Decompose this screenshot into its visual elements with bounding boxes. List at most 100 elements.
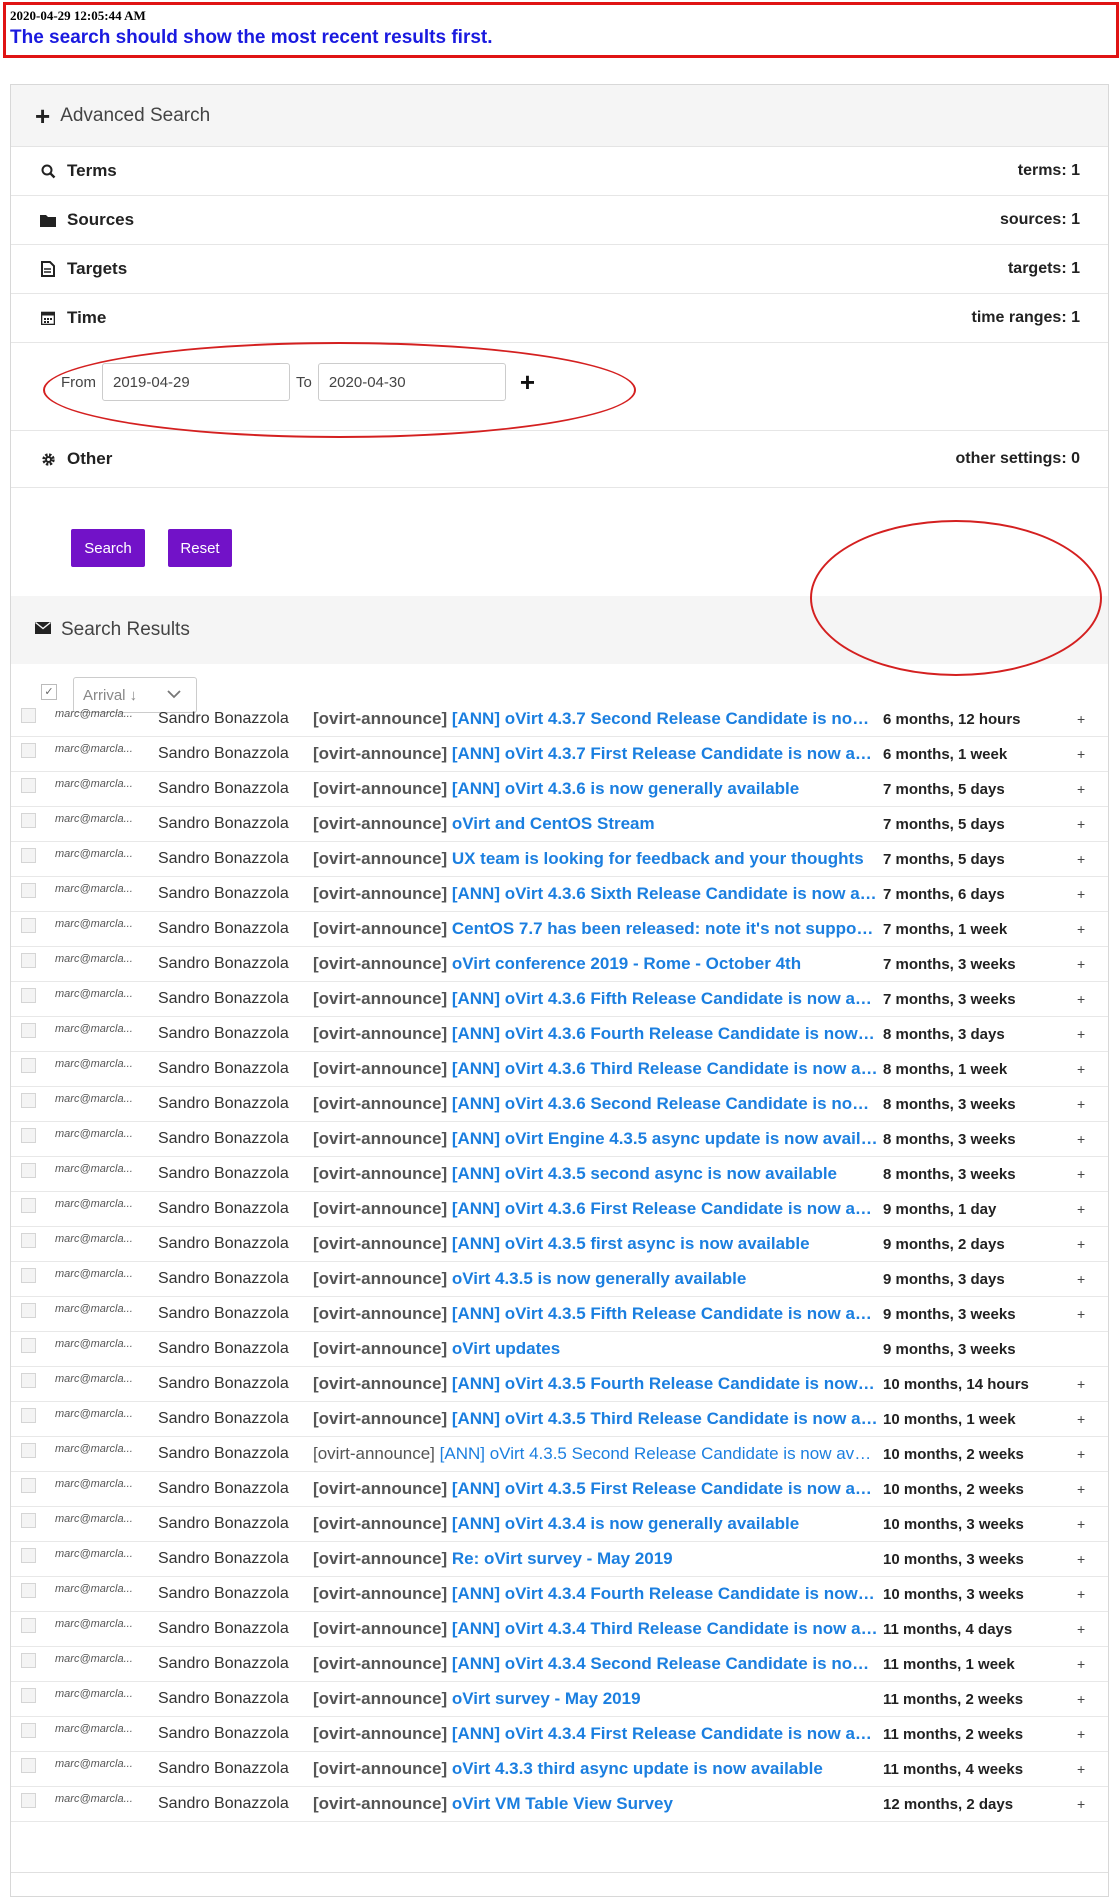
row-subject-link[interactable]: [ovirt-announce] [ANN] oVirt Engine 4.3.… xyxy=(313,1129,878,1149)
row-subject-link[interactable]: [ovirt-announce] [ANN] oVirt 4.3.4 First… xyxy=(313,1724,878,1744)
row-subject-link[interactable]: [ovirt-announce] [ANN] oVirt 4.3.4 Secon… xyxy=(313,1654,878,1674)
search-button[interactable]: Search xyxy=(71,529,145,567)
row-expand-button[interactable]: + xyxy=(1077,1516,1085,1532)
table-row[interactable]: marc@marcla... Sandro Bonazzola [ovirt-ann… xyxy=(11,1647,1108,1682)
row-subject-link[interactable]: [ovirt-announce] UX team is looking for … xyxy=(313,849,878,869)
row-checkbox[interactable] xyxy=(21,1233,36,1248)
select-all-checkbox[interactable]: ✓ xyxy=(41,684,57,700)
row-checkbox[interactable] xyxy=(21,1198,36,1213)
row-expand-button[interactable]: + xyxy=(1077,1411,1085,1427)
row-expand-button[interactable]: + xyxy=(1077,781,1085,797)
row-checkbox[interactable] xyxy=(21,1478,36,1493)
row-expand-button[interactable]: + xyxy=(1077,1796,1085,1812)
row-expand-button[interactable]: + xyxy=(1077,886,1085,902)
row-subject-link[interactable]: [ovirt-announce] [ANN] oVirt 4.3.6 Secon… xyxy=(313,1094,878,1114)
row-expand-button[interactable]: + xyxy=(1077,1656,1085,1672)
row-expand-button[interactable]: + xyxy=(1077,1551,1085,1567)
row-subject-link[interactable]: [ovirt-announce] [ANN] oVirt 4.3.5 Fifth… xyxy=(313,1304,878,1324)
table-row[interactable]: marc@marcla... Sandro Bonazzola [ovirt-ann… xyxy=(11,737,1108,772)
row-subject-link[interactable]: [ovirt-announce] [ANN] oVirt 4.3.6 is no… xyxy=(313,779,878,799)
table-row[interactable]: marc@marcla... Sandro Bonazzola [ovirt-ann… xyxy=(11,1717,1108,1752)
table-row[interactable]: marc@marcla... Sandro Bonazzola [ovirt-ann… xyxy=(11,1332,1108,1367)
row-checkbox[interactable] xyxy=(21,1303,36,1318)
row-expand-button[interactable]: + xyxy=(1077,1586,1085,1602)
row-subject-link[interactable]: [ovirt-announce] [ANN] oVirt 4.3.5 Fourt… xyxy=(313,1374,878,1394)
row-checkbox[interactable] xyxy=(21,708,36,723)
row-checkbox[interactable] xyxy=(21,1513,36,1528)
row-expand-button[interactable]: + xyxy=(1077,991,1085,1007)
row-subject-link[interactable]: [ovirt-announce] [ANN] oVirt 4.3.6 Sixth… xyxy=(313,884,878,904)
row-checkbox[interactable] xyxy=(21,778,36,793)
row-checkbox[interactable] xyxy=(21,1408,36,1423)
row-checkbox[interactable] xyxy=(21,1758,36,1773)
table-row[interactable]: marc@marcla... Sandro Bonazzola [ovirt-ann… xyxy=(11,772,1108,807)
row-subject-link[interactable]: [ovirt-announce] [ANN] oVirt 4.3.5 secon… xyxy=(313,1164,878,1184)
row-subject-link[interactable]: [ovirt-announce] oVirt 4.3.3 third async… xyxy=(313,1759,878,1779)
row-checkbox[interactable] xyxy=(21,813,36,828)
row-subject-link[interactable]: [ovirt-announce] [ANN] oVirt 4.3.6 Fourt… xyxy=(313,1024,878,1044)
row-subject-link[interactable]: [ovirt-announce] [ANN] oVirt 4.3.5 Third… xyxy=(313,1409,878,1429)
row-checkbox[interactable] xyxy=(21,1793,36,1808)
row-expand-button[interactable]: + xyxy=(1077,1446,1085,1462)
row-checkbox[interactable] xyxy=(21,1618,36,1633)
table-row[interactable]: marc@marcla... Sandro Bonazzola [ovirt-ann… xyxy=(11,1367,1108,1402)
table-row[interactable]: marc@marcla... Sandro Bonazzola [ovirt-ann… xyxy=(11,1402,1108,1437)
row-subject-link[interactable]: [ovirt-announce] [ANN] oVirt 4.3.7 Secon… xyxy=(313,709,878,729)
reset-button[interactable]: Reset xyxy=(168,529,232,567)
row-expand-button[interactable]: + xyxy=(1077,1761,1085,1777)
row-expand-button[interactable]: + xyxy=(1077,1376,1085,1392)
table-row[interactable]: marc@marcla... Sandro Bonazzola [ovirt-ann… xyxy=(11,982,1108,1017)
row-checkbox[interactable] xyxy=(21,1583,36,1598)
row-expand-button[interactable]: + xyxy=(1077,1236,1085,1252)
row-expand-button[interactable]: + xyxy=(1077,711,1085,727)
facet-terms[interactable]: Terms terms: 1 xyxy=(11,147,1108,196)
row-expand-button[interactable]: + xyxy=(1077,956,1085,972)
table-row[interactable]: marc@marcla... Sandro Bonazzola [ovirt-ann… xyxy=(11,1542,1108,1577)
row-checkbox[interactable] xyxy=(21,988,36,1003)
row-checkbox[interactable] xyxy=(21,1128,36,1143)
row-checkbox[interactable] xyxy=(21,848,36,863)
row-checkbox[interactable] xyxy=(21,1338,36,1353)
row-checkbox[interactable] xyxy=(21,1723,36,1738)
row-subject-link[interactable]: [ovirt-announce] [ANN] oVirt 4.3.5 Secon… xyxy=(313,1444,878,1464)
table-row[interactable]: marc@marcla... Sandro Bonazzola [ovirt-ann… xyxy=(11,877,1108,912)
table-row[interactable]: marc@marcla... Sandro Bonazzola [ovirt-ann… xyxy=(11,1122,1108,1157)
table-row[interactable]: marc@marcla... Sandro Bonazzola [ovirt-ann… xyxy=(11,1682,1108,1717)
row-checkbox[interactable] xyxy=(21,883,36,898)
table-row[interactable]: marc@marcla... Sandro Bonazzola [ovirt-ann… xyxy=(11,1297,1108,1332)
table-row[interactable]: marc@marcla... Sandro Bonazzola [ovirt-ann… xyxy=(11,1052,1108,1087)
table-row[interactable]: marc@marcla... Sandro Bonazzola [ovirt-ann… xyxy=(11,842,1108,877)
row-expand-button[interactable]: + xyxy=(1077,1271,1085,1287)
row-checkbox[interactable] xyxy=(21,1443,36,1458)
row-subject-link[interactable]: [ovirt-announce] [ANN] oVirt 4.3.5 first… xyxy=(313,1234,878,1254)
table-row[interactable]: marc@marcla... Sandro Bonazzola [ovirt-ann… xyxy=(11,1612,1108,1647)
row-subject-link[interactable]: [ovirt-announce] oVirt and CentOS Stream xyxy=(313,814,878,834)
row-expand-button[interactable]: + xyxy=(1077,851,1085,867)
row-checkbox[interactable] xyxy=(21,1373,36,1388)
row-expand-button[interactable]: + xyxy=(1077,1166,1085,1182)
table-row[interactable]: marc@marcla... Sandro Bonazzola [ovirt-ann… xyxy=(11,807,1108,842)
row-checkbox[interactable] xyxy=(21,1548,36,1563)
row-expand-button[interactable]: + xyxy=(1077,1131,1085,1147)
row-checkbox[interactable] xyxy=(21,953,36,968)
row-expand-button[interactable]: + xyxy=(1077,921,1085,937)
row-expand-button[interactable]: + xyxy=(1077,1481,1085,1497)
row-expand-button[interactable]: + xyxy=(1077,1691,1085,1707)
row-expand-button[interactable]: + xyxy=(1077,1061,1085,1077)
facet-targets[interactable]: Targets targets: 1 xyxy=(11,245,1108,294)
row-checkbox[interactable] xyxy=(21,743,36,758)
table-row[interactable]: marc@marcla... Sandro Bonazzola [ovirt-ann… xyxy=(11,912,1108,947)
row-checkbox[interactable] xyxy=(21,918,36,933)
table-row[interactable]: marc@marcla... Sandro Bonazzola [ovirt-ann… xyxy=(11,702,1108,737)
row-expand-button[interactable]: + xyxy=(1077,746,1085,762)
row-subject-link[interactable]: [ovirt-announce] [ANN] oVirt 4.3.6 First… xyxy=(313,1199,878,1219)
table-row[interactable]: marc@marcla... Sandro Bonazzola [ovirt-ann… xyxy=(11,947,1108,982)
row-checkbox[interactable] xyxy=(21,1023,36,1038)
row-expand-button[interactable]: + xyxy=(1077,1096,1085,1112)
table-row[interactable]: marc@marcla... Sandro Bonazzola [ovirt-ann… xyxy=(11,1157,1108,1192)
row-subject-link[interactable]: [ovirt-announce] oVirt 4.3.5 is now gene… xyxy=(313,1269,878,1289)
row-subject-link[interactable]: [ovirt-announce] oVirt survey - May 2019 xyxy=(313,1689,878,1709)
row-subject-link[interactable]: [ovirt-announce] CentOS 7.7 has been rel… xyxy=(313,919,878,939)
row-subject-link[interactable]: [ovirt-announce] oVirt updates xyxy=(313,1339,878,1359)
table-row[interactable]: marc@marcla... Sandro Bonazzola [ovirt-ann… xyxy=(11,1752,1108,1787)
